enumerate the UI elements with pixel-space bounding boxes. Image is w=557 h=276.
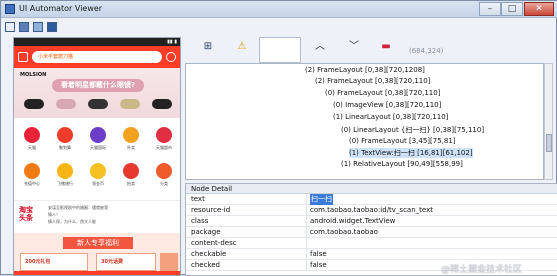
close-button[interactable]: ✕: [524, 2, 554, 16]
hierarchy-toolbar: ⊞ ⚠ ︿ ﹀ ▬: [185, 37, 557, 63]
tree-node[interactable]: (0) FrameLayout [0,38][720,110]: [325, 89, 440, 97]
tree-node[interactable]: (1) LinearLayout [0,38][720,110]: [333, 113, 448, 121]
search-box[interactable]: 小米手套磨刀猫: [32, 51, 162, 63]
credit-badge: [160, 253, 178, 271]
scan-icon[interactable]: [18, 52, 28, 62]
app-window: UI Automator Viewer – □ ✕ ▮▮ ▮ 小米手套磨刀猫 M…: [0, 0, 557, 276]
category-item[interactable]: 拍卖: [115, 162, 147, 196]
category-grid: 天猫 聚划算 天猫国际 外卖 天猫超市 充值中心 飞猪旅行 领金币 拍卖 分类: [14, 126, 180, 198]
device-screenshot-icon[interactable]: [19, 22, 29, 32]
category-item[interactable]: 天猫: [16, 126, 48, 160]
maximize-button[interactable]: □: [501, 2, 523, 16]
detail-row[interactable]: content-desc: [186, 238, 557, 249]
tree-node[interactable]: (0) FrameLayout [3,45][75,81]: [349, 137, 456, 145]
gift-card[interactable]: 200元礼包: [20, 253, 88, 271]
expand-all-icon[interactable]: ⊞: [201, 40, 215, 54]
banner-slogan: 看着明星都戴什么眼镜?: [52, 79, 144, 92]
device-screenshot[interactable]: ▮▮ ▮ 小米手套磨刀猫 MOLSION 看着明星都戴什么眼镜? 天猫 聚划算 …: [13, 37, 181, 276]
scrollbar-thumb[interactable]: [546, 134, 552, 152]
title-bar: UI Automator Viewer – □ ✕: [1, 1, 557, 18]
category-item[interactable]: 外卖: [115, 126, 147, 160]
bottom-banner: [14, 271, 180, 275]
category-item[interactable]: 天猫超市: [148, 126, 180, 160]
category-item[interactable]: 聚划算: [49, 126, 81, 160]
minimize-button[interactable]: –: [479, 2, 501, 16]
window-title: UI Automator Viewer: [19, 4, 103, 13]
pointer-coordinates: (684,324): [409, 47, 444, 55]
main-toolbar: [1, 18, 557, 36]
glasses-image: [152, 99, 172, 109]
detail-row[interactable]: resource-id com.taobao.taobao:id/tv_scan_…: [186, 205, 557, 216]
category-item[interactable]: 天猫国际: [82, 126, 114, 160]
news-logo: 淘宝 头条: [19, 206, 33, 222]
category-item[interactable]: 飞猪旅行: [49, 162, 81, 196]
glasses-image: [56, 99, 76, 109]
tree-node[interactable]: (0) LinearLayout {扫一扫} [0,38][75,110]: [341, 125, 484, 135]
tree-node[interactable]: (2) FrameLayout [0,38][720,110]: [315, 77, 430, 85]
clear-icon[interactable]: ▬: [379, 40, 393, 54]
promo-section[interactable]: 新人专享福利 200元礼包 30元话费: [14, 233, 180, 275]
ad-banner[interactable]: MOLSION 看着明星都戴什么眼镜?: [14, 68, 180, 118]
app-header: 小米手套磨刀猫: [14, 46, 180, 68]
watermark: @稀土掘金技术社区: [441, 265, 523, 275]
category-item[interactable]: 领金币: [82, 162, 114, 196]
compressed-screenshot-icon[interactable]: [33, 22, 43, 32]
detail-row[interactable]: checkable false: [186, 249, 557, 260]
message-icon[interactable]: [166, 52, 176, 62]
phone-status-bar: ▮▮ ▮: [14, 38, 180, 46]
news-line: 安谋至影视剧中的婚姻：遇就被我: [48, 205, 108, 210]
glasses-image: [24, 99, 44, 109]
category-item[interactable]: 分类: [148, 162, 180, 196]
open-icon[interactable]: [5, 22, 15, 32]
news-line: 情人！: [48, 212, 60, 217]
tree-node-selected[interactable]: (1) TextView:扫一扫 [16,81][61,102]: [349, 148, 473, 158]
phone-credit-card[interactable]: 30元话费: [96, 253, 156, 271]
detail-row[interactable]: text 扫一扫: [186, 194, 557, 205]
glasses-image: [88, 99, 108, 109]
detail-row[interactable]: package com.taobao.taobao: [186, 227, 557, 238]
chevron-up-icon[interactable]: ︿: [313, 40, 327, 54]
news-line: 情人保，为什么，然大人能: [48, 219, 96, 224]
detail-row[interactable]: class android.widget.TextView: [186, 216, 557, 227]
tree-node[interactable]: (1) RelativeLayout [90,49][558,99]: [341, 160, 463, 168]
promo-title: 新人专享福利: [63, 237, 133, 249]
glasses-image: [120, 99, 140, 109]
search-field[interactable]: [259, 37, 301, 63]
save-icon[interactable]: [47, 22, 57, 32]
hierarchy-tree[interactable]: (2) FrameLayout [0,38][720,1208] (2) Fra…: [185, 63, 544, 180]
category-item[interactable]: 充值中心: [16, 162, 48, 196]
warning-icon[interactable]: ⚠: [235, 40, 249, 54]
app-icon: [5, 4, 15, 14]
brand-label: MOLSION: [20, 72, 47, 78]
tree-node[interactable]: (0) ImageView [0,38][720,110]: [333, 101, 441, 109]
node-detail-header: Node Detail: [186, 184, 557, 194]
tree-scrollbar[interactable]: [544, 63, 553, 180]
headline-news[interactable]: 淘宝 头条 安谋至影视剧中的婚姻：遇就被我 情人！ 情人保，为什么，然大人能: [14, 200, 180, 230]
chevron-down-icon[interactable]: ﹀: [347, 40, 361, 54]
tree-node[interactable]: (2) FrameLayout [0,38][720,1208]: [305, 66, 425, 74]
